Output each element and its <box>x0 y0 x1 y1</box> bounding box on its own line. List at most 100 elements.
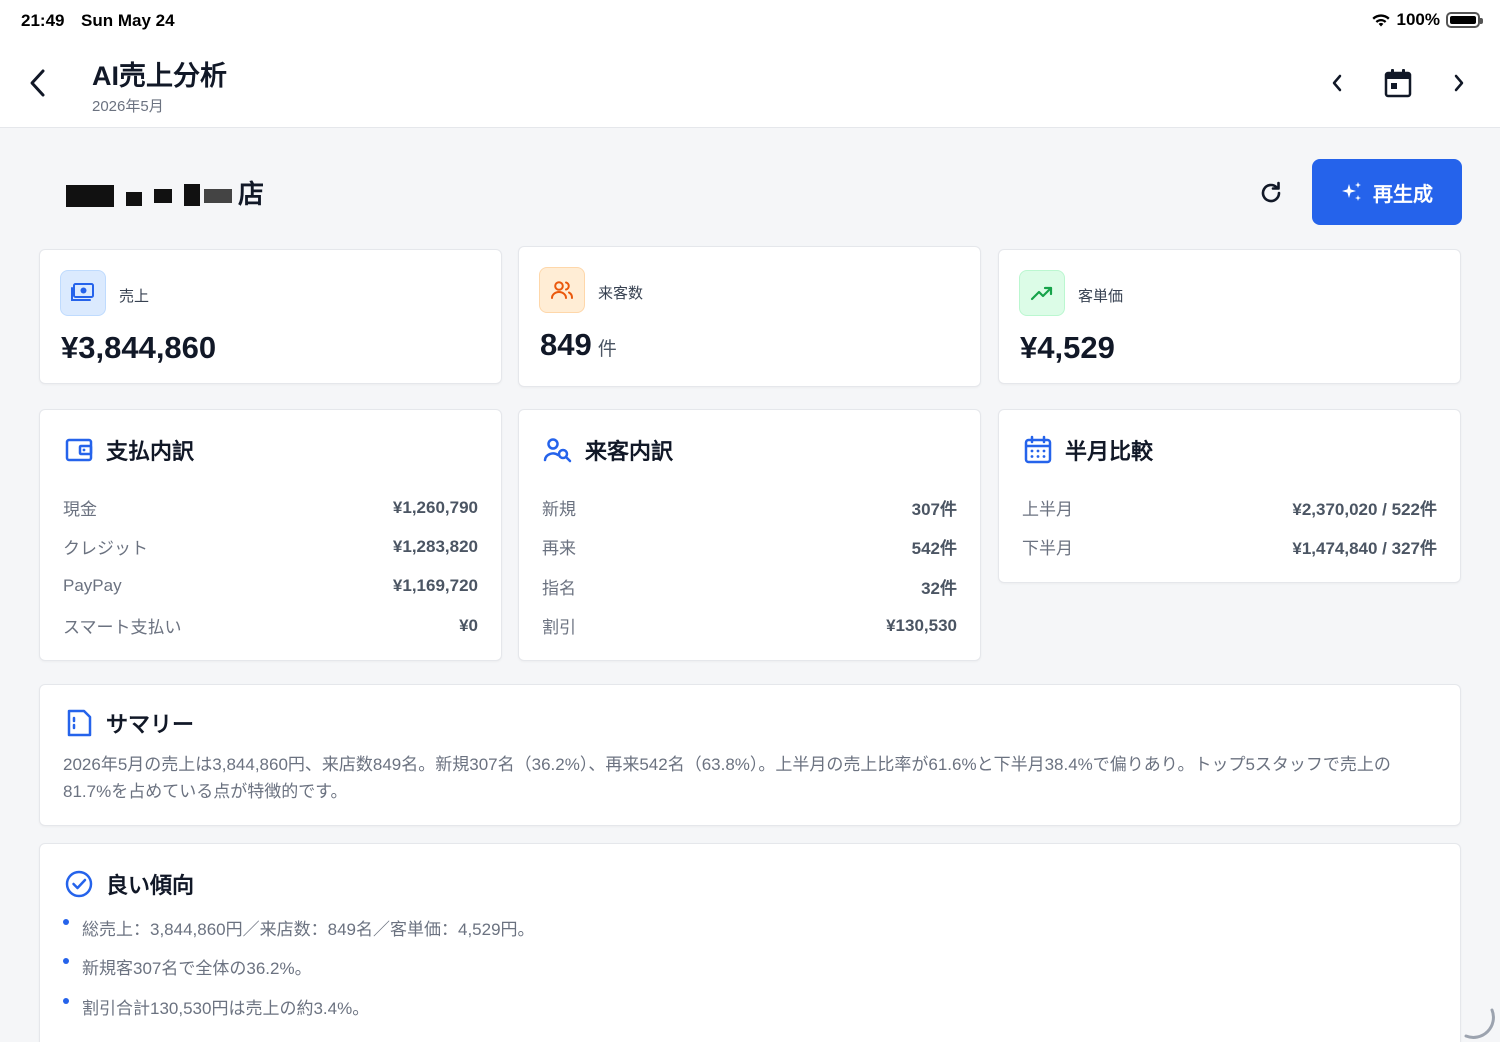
redacted-text <box>204 189 232 203</box>
half-month-row: 上半月 ¥2,370,020 / 522件 <box>1022 488 1437 527</box>
section-header: 来客内訳 <box>543 434 673 466</box>
row-label: 指名 <box>542 578 576 598</box>
kpi-unit: 件 <box>597 339 617 360</box>
status-right: 100% <box>1371 10 1483 30</box>
page-subtitle: 2026年5月 <box>92 98 164 115</box>
money-icon <box>60 270 106 316</box>
battery-percent: 100% <box>1396 10 1440 29</box>
payment-row: スマート支払い ¥0 <box>63 606 478 645</box>
next-month-button[interactable] <box>1444 68 1474 98</box>
page-title: AI売上分析 <box>92 61 227 91</box>
payment-row: クレジット ¥1,283,820 <box>63 527 478 566</box>
chevron-left-icon <box>30 69 45 97</box>
chevron-left-icon <box>1332 74 1342 92</box>
sparkles-icon <box>1342 182 1361 201</box>
row-label: 上半月 <box>1022 500 1073 520</box>
section-title: 良い傾向 <box>106 873 195 898</box>
row-value: 32件 <box>921 578 957 598</box>
row-value: ¥130,530 <box>886 615 957 635</box>
row-value: ¥1,169,720 <box>392 576 478 596</box>
section-title: 来客内訳 <box>585 439 674 464</box>
row-label: スマート支払い <box>63 618 182 638</box>
payment-row: PayPay ¥1,169,720 <box>63 567 478 606</box>
refresh-button[interactable] <box>1252 174 1290 212</box>
visitor-breakdown-card: 来客内訳 新規 307件 再来 542件 指名 32件 割引 ¥130,530 <box>518 409 981 661</box>
redacted-text <box>126 192 142 206</box>
payment-row: 現金 ¥1,260,790 <box>63 488 478 527</box>
kpi-card-sales: 売上 ¥3,844,860 <box>39 249 502 384</box>
half-month-comparison-card: 半月比較 上半月 ¥2,370,020 / 522件 下半月 ¥1,474,840 … <box>998 409 1461 583</box>
back-button[interactable] <box>22 66 52 100</box>
good-trends-card: 良い傾向 総売上：3,844,860円／来店数：849名／客単価：4,529円。… <box>39 843 1461 1042</box>
row-label: PayPay <box>63 576 122 596</box>
visitor-row: 割引 ¥130,530 <box>542 606 957 645</box>
row-label: 割引 <box>542 618 576 638</box>
half-month-row: 下半月 ¥1,474,840 / 327件 <box>1022 527 1437 566</box>
wallet-icon <box>65 438 93 462</box>
kpi-value: ¥3,844,860 <box>61 330 217 365</box>
redacted-text <box>154 189 172 203</box>
row-label: 下半月 <box>1022 539 1073 559</box>
check-circle-icon <box>65 870 93 898</box>
list-item: 新規客307名で全体の36.2%。 <box>63 955 1436 994</box>
kpi-value: ¥4,529 <box>1020 330 1115 365</box>
regenerate-label: 再生成 <box>1373 183 1433 206</box>
kpi-value: 849 件 <box>540 327 617 362</box>
status-time: 21:49 <box>21 11 65 30</box>
visitor-rows: 新規 307件 再来 542件 指名 32件 割引 ¥130,530 <box>542 488 957 645</box>
row-value: ¥1,283,820 <box>392 536 478 556</box>
section-title: 支払内訳 <box>106 439 195 464</box>
section-header: 支払内訳 <box>64 434 194 466</box>
row-value: ¥0 <box>459 615 478 635</box>
visitor-row: 新規 307件 <box>542 488 957 527</box>
refresh-icon <box>1261 181 1281 203</box>
list-item: 割引合計130,530円は売上の約3.4%。 <box>63 995 1436 1034</box>
row-value: ¥1,260,790 <box>392 497 478 517</box>
kpi-card-visitors: 来客数 849 件 <box>518 246 981 387</box>
row-label: クレジット <box>63 539 148 559</box>
visitor-row: 指名 32件 <box>542 567 957 606</box>
regenerate-button[interactable]: 再生成 <box>1312 159 1462 225</box>
section-header: 良い傾向 <box>64 868 194 900</box>
kpi-label: 売上 <box>119 288 150 305</box>
row-label: 新規 <box>542 500 576 520</box>
redacted-text <box>66 185 114 207</box>
battery-icon <box>1446 12 1483 28</box>
previous-month-button[interactable] <box>1322 68 1352 98</box>
kpi-card-average-spend: 客単価 ¥4,529 <box>998 249 1461 384</box>
good-trends-list: 総売上：3,844,860円／来店数：849名／客単価：4,529円。 新規客3… <box>63 916 1436 1034</box>
row-value: ¥2,370,020 / 522件 <box>1292 500 1437 520</box>
store-name: 店 <box>66 172 264 212</box>
row-value: 307件 <box>911 500 957 520</box>
visitor-row: 再来 542件 <box>542 527 957 566</box>
chevron-right-icon <box>1454 74 1464 92</box>
section-title: 半月比較 <box>1065 439 1154 464</box>
half-month-rows: 上半月 ¥2,370,020 / 522件 下半月 ¥1,474,840 / 327… <box>1022 488 1437 567</box>
calendar-icon <box>1024 435 1052 464</box>
row-value: ¥1,474,840 / 327件 <box>1292 539 1437 559</box>
document-icon <box>67 709 92 737</box>
status-date: Sun May 24 <box>81 11 175 30</box>
row-value: 542件 <box>911 539 957 559</box>
payment-breakdown-card: 支払内訳 現金 ¥1,260,790 クレジット ¥1,283,820 PayPay… <box>39 409 502 661</box>
kpi-label: 客単価 <box>1078 288 1124 305</box>
row-label: 再来 <box>542 539 576 559</box>
summary-card: サマリー 2026年5月の売上は3,844,860円、来店数849名。新規307… <box>39 684 1461 826</box>
kpi-label: 来客数 <box>598 285 644 302</box>
section-title: サマリー <box>106 712 195 737</box>
status-bar: 21:49 Sun May 24 100% <box>0 0 1500 40</box>
section-header: 半月比較 <box>1023 434 1153 466</box>
row-label: 現金 <box>63 500 97 520</box>
redacted-text <box>184 184 200 206</box>
users-icon <box>539 267 585 313</box>
list-item: 総売上：3,844,860円／来店数：849名／客単価：4,529円。 <box>63 916 1436 955</box>
navigation-bar: AI売上分析 2026年5月 <box>0 40 1500 128</box>
summary-text: 2026年5月の売上は3,844,860円、来店数849名。新規307名（36.… <box>63 755 1391 801</box>
loading-spinner-icon <box>1464 1008 1495 1039</box>
store-name-suffix: 店 <box>238 178 265 209</box>
calendar-icon <box>1384 69 1412 98</box>
user-search-icon <box>543 438 572 463</box>
payment-rows: 現金 ¥1,260,790 クレジット ¥1,283,820 PayPay ¥1,16… <box>63 488 478 645</box>
calendar-button[interactable] <box>1382 66 1414 100</box>
trending-up-icon <box>1019 270 1065 316</box>
